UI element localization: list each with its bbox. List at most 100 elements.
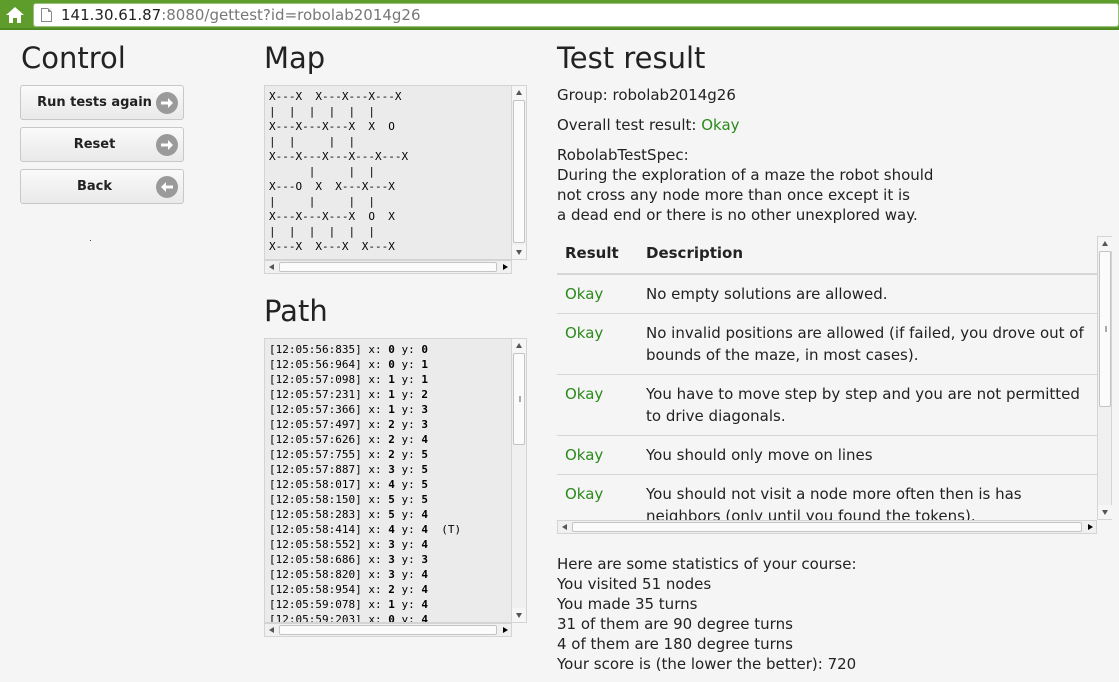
home-icon[interactable] [4,5,26,25]
scroll-right-icon[interactable] [1083,521,1096,533]
scroll-right-icon[interactable] [498,624,511,636]
entry-x: 1 [388,403,395,416]
scroll-thumb[interactable] [279,262,497,272]
table-row: Okay No empty solutions are allowed. [557,275,1097,314]
entry-x: 3 [388,463,395,476]
control-heading: Control [21,41,126,75]
scroll-left-icon[interactable] [265,624,278,636]
path-horizontal-scrollbar[interactable] [264,623,512,637]
entry-timestamp: [12:05:56:835] x: [269,343,389,356]
run-tests-again-button[interactable]: Run tests again [20,85,184,120]
entry-y: 4 [421,568,428,581]
header-result: Result [565,244,619,262]
scroll-up-icon[interactable] [1098,237,1112,251]
entry-y-label: y: [394,583,422,596]
row-result: Okay [565,324,604,342]
row-result: Okay [565,385,604,403]
entry-timestamp: [12:05:58:414] x: [269,523,389,536]
stats-line: 31 of them are 90 degree turns [557,615,793,633]
stats-line: You made 35 turns [557,595,698,613]
entry-y-label: y: [394,493,422,506]
scroll-left-icon[interactable] [558,521,571,533]
entry-x: 0 [388,613,395,623]
overall-result-label: Overall test result: [557,116,697,134]
path-heading: Path [264,294,328,328]
address-bar[interactable]: 141.30.61.87:8080/gettest?id=robolab2014… [33,3,1119,27]
entry-x: 0 [388,358,395,371]
button-label: Reset [73,137,116,152]
entry-y: 1 [421,358,428,371]
back-button[interactable]: Back [20,169,184,204]
entry-y: 4 [421,538,428,551]
entry-y: 0 [421,343,428,356]
dot [90,240,91,241]
overall-result-value: Okay [701,116,740,134]
row-description: No invalid positions are allowed (if fai… [646,324,1084,364]
results-table-body: Result Description Okay No empty solutio… [557,236,1097,520]
scroll-down-icon[interactable] [512,245,526,259]
arrow-left-icon [156,176,178,198]
path-entry: [12:05:59:203] x: 0 y: 4 [269,613,428,623]
stats-line: Your score is (the lower the better): 72… [557,655,857,673]
spec-line: During the exploration of a maze the rob… [557,166,934,184]
entry-y-label: y: [394,478,422,491]
entry-y-label: y: [394,343,422,356]
row-description: You should only move on lines [646,446,873,464]
path-entry: [12:05:58:686] x: 3 y: 3 [269,553,428,566]
results-table[interactable]: Result Description Okay No empty solutio… [557,236,1112,536]
entry-timestamp: [12:05:58:283] x: [269,508,389,521]
scroll-up-icon[interactable] [512,339,526,353]
browser-toolbar: 141.30.61.87:8080/gettest?id=robolab2014… [0,0,1119,30]
entry-timestamp: [12:05:57:626] x: [269,433,389,446]
table-header: Result Description [557,236,1097,275]
table-horizontal-scrollbar[interactable] [557,520,1097,534]
button-label: Back [76,179,113,194]
entry-y: 3 [421,553,428,566]
entry-y-label: y: [394,523,422,536]
map-view[interactable]: X---X X---X---X---X | | | | | | X---X---… [264,85,527,260]
entry-timestamp: [12:05:57:497] x: [269,418,389,431]
reset-button[interactable]: Reset [20,127,184,162]
entry-x: 3 [388,568,395,581]
stats-line: 4 of them are 180 degree turns [557,635,793,653]
entry-timestamp: [12:05:57:755] x: [269,448,389,461]
entry-y-label: y: [394,568,422,581]
scroll-left-icon[interactable] [265,261,278,273]
scroll-thumb[interactable] [279,625,497,635]
map-horizontal-scrollbar[interactable] [264,260,512,274]
entry-x: 1 [388,598,395,611]
spec-line: RobolabTestSpec: [557,146,689,164]
scroll-thumb[interactable] [513,353,525,445]
entry-x: 2 [388,418,395,431]
path-vertical-scrollbar[interactable] [511,339,526,622]
scroll-thumb[interactable] [513,100,525,243]
scroll-down-icon[interactable] [512,608,526,622]
entry-y-label: y: [394,508,422,521]
entry-y-label: y: [394,598,422,611]
map-vertical-scrollbar[interactable] [511,86,526,259]
scroll-down-icon[interactable] [1098,505,1112,519]
entry-y-label: y: [394,373,422,386]
row-result: Okay [565,446,604,464]
scroll-thumb[interactable] [1099,251,1111,407]
entry-timestamp: [12:05:57:098] x: [269,373,389,386]
path-entry: [12:05:57:366] x: 1 y: 3 [269,403,428,416]
entry-timestamp: [12:05:57:366] x: [269,403,389,416]
path-entry: [12:05:57:231] x: 1 y: 2 [269,388,428,401]
path-entry: [12:05:58:283] x: 5 y: 4 [269,508,428,521]
entry-y: 2 [421,388,428,401]
entry-x: 2 [388,448,395,461]
scroll-up-icon[interactable] [512,86,526,100]
entry-x: 2 [388,433,395,446]
path-log[interactable]: [12:05:56:835] x: 0 y: 0 [12:05:56:964] … [264,338,527,623]
path-entry: [12:05:56:964] x: 0 y: 1 [269,358,428,371]
entry-y: 4 [421,598,428,611]
scroll-right-icon[interactable] [498,261,511,273]
table-vertical-scrollbar[interactable] [1097,236,1112,520]
scroll-thumb[interactable] [572,522,1082,532]
url-host: 141.30.61.87 [61,6,162,24]
group-label: Group: robolab2014g26 [557,86,736,104]
map-text: X---X X---X---X---X | | | | | | X---X---… [269,90,409,253]
path-entry: [12:05:58:017] x: 4 y: 5 [269,478,428,491]
url-path: :8080/gettest?id=robolab2014g26 [161,6,421,24]
